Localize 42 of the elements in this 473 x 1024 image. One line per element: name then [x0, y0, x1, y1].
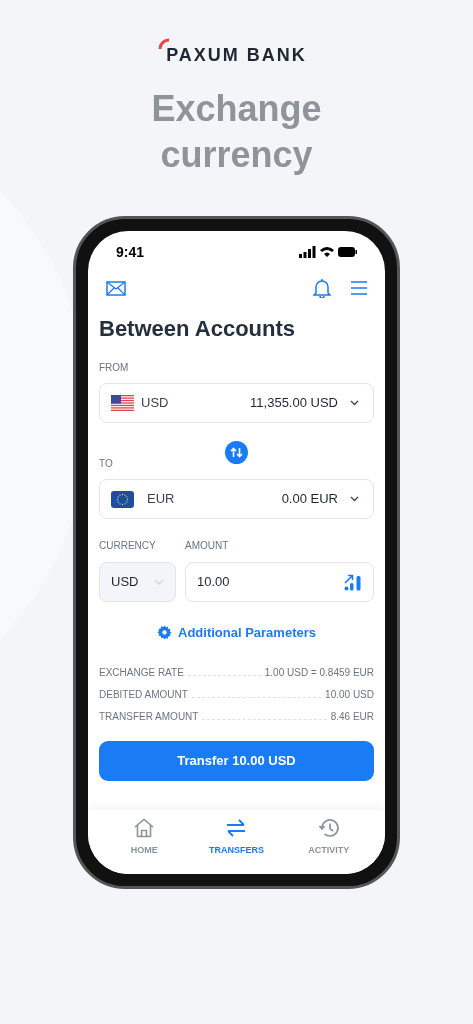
history-icon: [317, 818, 340, 839]
chevron-down-icon: [154, 579, 164, 585]
mail-icon[interactable]: [106, 280, 126, 296]
detail-value: 8.46 EUR: [330, 709, 374, 724]
menu-icon[interactable]: [351, 281, 367, 295]
tab[interactable]: HOME: [98, 810, 191, 866]
flag-icon: [111, 490, 134, 508]
field-label: AMOUNT: [185, 539, 230, 553]
detail-label: TRANSFER AMOUNT: [99, 709, 199, 724]
detail-value: 10.00 USD: [325, 687, 374, 702]
field-label: FROM: [99, 361, 130, 375]
account-select[interactable]: EUR 0.00 EUR: [99, 479, 374, 519]
field-label: TO: [99, 457, 114, 471]
account-balance: 11,355.00 USD: [250, 394, 338, 413]
additional-parameters-link[interactable]: Additional Parameters: [157, 623, 316, 643]
gear-icon: [157, 625, 172, 641]
brand-logo-text: PAXUM BANK: [166, 46, 307, 64]
bell-icon[interactable]: [313, 278, 331, 298]
currency-code: EUR: [147, 490, 175, 509]
screen-title: Between Accounts: [99, 315, 296, 343]
status-time: 9:41: [116, 242, 145, 262]
flag-icon: [111, 394, 134, 412]
swap-arrows-icon: [230, 446, 243, 458]
chevron-down-icon: [350, 496, 359, 502]
account-select[interactable]: USD 11,355.00 USD: [99, 383, 374, 423]
swap-button[interactable]: [225, 440, 248, 464]
detail-value: 1.00 USD = 0.8459 EUR: [264, 665, 374, 680]
status-icons: [299, 246, 357, 258]
detail-label: EXCHANGE RATE: [99, 665, 184, 680]
transfer-button[interactable]: Transfer 10.00 USD: [99, 740, 374, 781]
tab[interactable]: TRANSFERS: [190, 810, 283, 866]
detail-label: DEBITED AMOUNT: [99, 687, 188, 702]
currency-code: USD: [141, 394, 169, 413]
headline: Exchange currency: [150, 87, 323, 177]
field-label: CURRENCY: [99, 539, 157, 553]
chevron-down-icon: [350, 400, 359, 406]
account-balance: 0.00 EUR: [281, 490, 338, 509]
amount-field[interactable]: 10.00: [185, 562, 374, 602]
chart-icon[interactable]: [344, 573, 362, 591]
tab[interactable]: ACTIVITY: [282, 810, 375, 866]
logo-arc-icon: [158, 38, 171, 50]
home-icon: [133, 818, 156, 839]
